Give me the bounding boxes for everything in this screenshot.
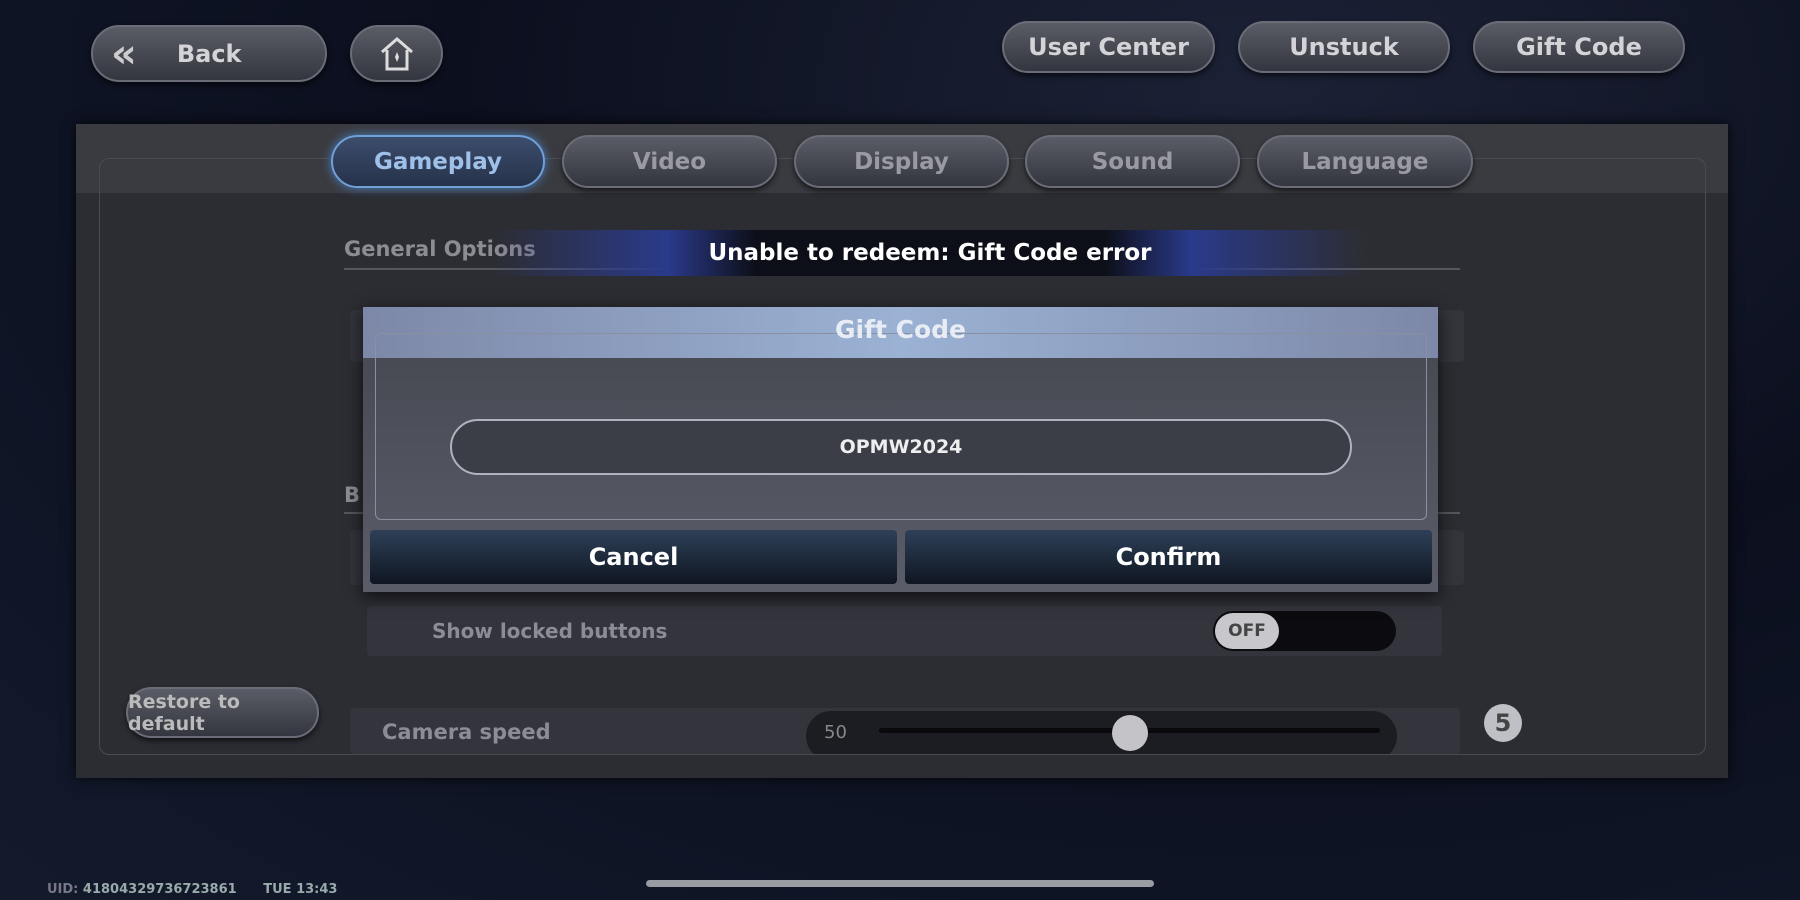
error-toast: Unable to redeem: Gift Code error [494, 230, 1366, 276]
home-icon [380, 36, 413, 70]
unstuck-button[interactable]: Unstuck [1238, 21, 1450, 73]
toast-message: Unable to redeem: Gift Code error [708, 240, 1152, 266]
home-button[interactable] [350, 25, 443, 82]
section-b: B [344, 483, 361, 507]
toggle-knob: OFF [1215, 613, 1279, 649]
tab-sound[interactable]: Sound [1025, 135, 1240, 188]
tab-display[interactable]: Display [794, 135, 1009, 188]
cancel-button[interactable]: Cancel [370, 530, 897, 584]
gift-code-dialog: Gift Code OPMW2024 Cancel Confirm [363, 307, 1438, 592]
back-label: Back [176, 39, 242, 68]
clock: TUE 13:43 [263, 882, 338, 897]
show-locked-label: Show locked buttons [432, 619, 668, 643]
footer-info: UID: 41804329736723861 TUE 13:43 [47, 882, 337, 897]
uid-label: UID: [47, 882, 79, 897]
info-badge[interactable]: 5 [1484, 704, 1522, 742]
gift-code-input[interactable]: OPMW2024 [450, 419, 1352, 475]
show-locked-row: Show locked buttons OFF [367, 606, 1442, 656]
dialog-title: Gift Code [835, 315, 966, 344]
restore-default-button[interactable]: Restore to default [126, 687, 319, 738]
uid-value: 41804329736723861 [82, 882, 237, 897]
camera-speed-value: 50 [824, 722, 847, 743]
user-center-button[interactable]: User Center [1002, 21, 1215, 73]
camera-speed-slider[interactable]: 50 [806, 711, 1397, 754]
tab-video[interactable]: Video [562, 135, 777, 188]
slider-knob[interactable] [1111, 715, 1148, 751]
camera-speed-row: Camera speed 50 [350, 708, 1460, 754]
show-locked-toggle[interactable]: OFF [1213, 611, 1396, 651]
home-indicator[interactable] [646, 880, 1154, 887]
tab-gameplay[interactable]: Gameplay [331, 135, 545, 188]
camera-speed-label: Camera speed [382, 720, 551, 744]
tab-language[interactable]: Language [1257, 135, 1473, 188]
back-button[interactable]: « Back [91, 25, 327, 82]
double-chevron-left-icon: « [111, 30, 137, 77]
gift-code-button[interactable]: Gift Code [1473, 21, 1685, 73]
confirm-button[interactable]: Confirm [905, 530, 1432, 584]
